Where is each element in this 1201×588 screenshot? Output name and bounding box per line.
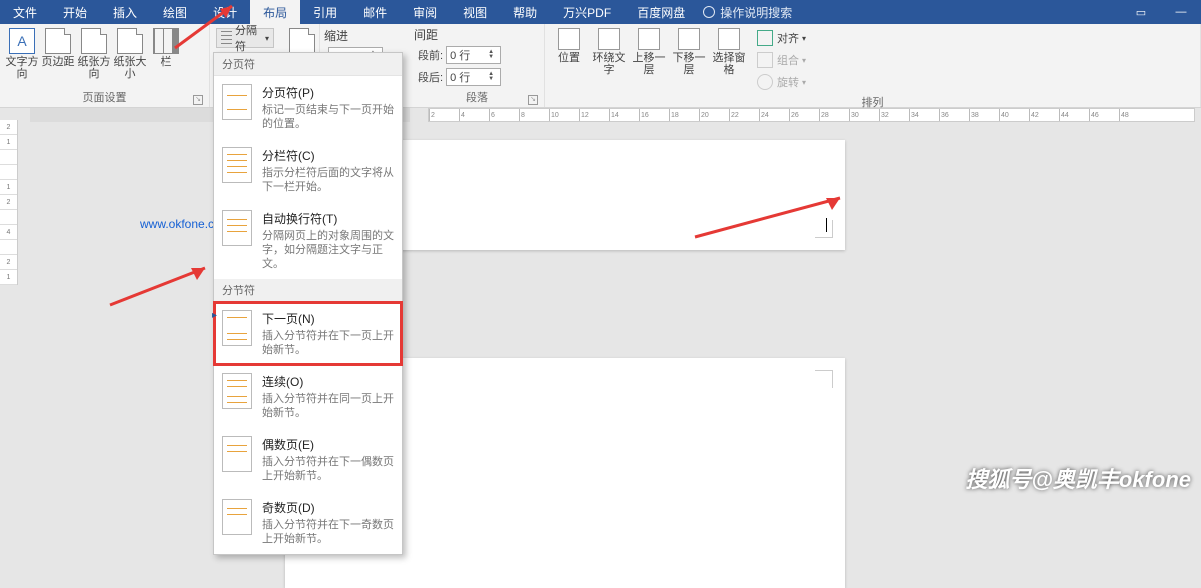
menu-item-column-break[interactable]: 分栏符(C)指示分栏符后面的文字将从下一栏开始。 — [214, 139, 402, 202]
menu-item-page-break[interactable]: 分页符(P)标记一页结束与下一页开始的位置。 — [214, 76, 402, 139]
odd-page-icon — [222, 499, 252, 535]
align-button[interactable]: 对齐 ▾ — [753, 28, 810, 48]
menu-item-next-page[interactable]: 下一页(N)插入分节符并在下一页上开始新节。 — [214, 302, 402, 365]
spacing-before-spin[interactable]: 0 行▲▼ — [446, 46, 501, 64]
horizontal-ruler[interactable]: 2468101214161820222426283032343638404244… — [30, 108, 1195, 122]
group-arrange: 位置 环绕文 字 上移一层 下移一层 选择窗格 对齐 ▾ 组合 ▾ 旋转 ▾ 排… — [545, 24, 1201, 107]
dropdown-section-section-breaks: 分节符 — [214, 279, 402, 302]
tab-mailings[interactable]: 邮件 — [350, 0, 400, 24]
tab-review[interactable]: 审阅 — [400, 0, 450, 24]
bring-forward-button[interactable]: 上移一层 — [629, 26, 669, 94]
text-direction-button[interactable]: A 文字方向 — [4, 26, 40, 89]
send-backward-button[interactable]: 下移一层 — [669, 26, 709, 94]
menu-item-even-page[interactable]: 偶数页(E)插入分节符并在下一偶数页上开始新节。 — [214, 428, 402, 491]
menu-item-continuous[interactable]: 连续(O)插入分节符并在同一页上开始新节。 — [214, 365, 402, 428]
rotate-button[interactable]: 旋转 ▾ — [753, 72, 810, 92]
minimize-button[interactable]: — — [1161, 0, 1201, 24]
tell-me-placeholder: 操作说明搜索 — [720, 4, 792, 21]
rotate-icon — [757, 74, 773, 90]
wrap-text-button[interactable]: 环绕文 字 — [589, 26, 629, 94]
page-setup-launcher[interactable]: ↘ — [193, 95, 203, 105]
document-workspace: 2468101214161820222426283032343638404244… — [0, 108, 1201, 500]
column-break-icon — [222, 147, 252, 183]
tab-wanxing[interactable]: 万兴PDF — [550, 0, 624, 24]
breaks-dropdown-button[interactable]: 分隔符 ▾ — [216, 28, 274, 48]
group-objects-button[interactable]: 组合 ▾ — [753, 50, 810, 70]
breaks-icon — [221, 31, 232, 45]
position-icon — [558, 28, 580, 50]
tab-home[interactable]: 开始 — [50, 0, 100, 24]
selection-pane-button[interactable]: 选择窗格 — [709, 26, 749, 94]
tab-view[interactable]: 视图 — [450, 0, 500, 24]
group-label-paragraph: 段落 ↘ — [414, 89, 540, 107]
lightbulb-icon — [703, 6, 715, 18]
breaks-dropdown-menu: 分页符 分页符(P)标记一页结束与下一页开始的位置。 分栏符(C)指示分栏符后面… — [213, 52, 403, 555]
selection-pane-icon — [718, 28, 740, 50]
margins-icon — [45, 28, 71, 54]
even-page-icon — [222, 436, 252, 472]
align-icon — [757, 30, 773, 46]
caret-down-icon: ▾ — [265, 34, 269, 43]
tab-draw[interactable]: 绘图 — [150, 0, 200, 24]
paragraph-launcher[interactable]: ↘ — [528, 95, 538, 105]
indent-heading: 缩进 — [324, 26, 406, 44]
group-icon — [757, 52, 773, 68]
after-label: 段后: — [418, 69, 443, 85]
orientation-button[interactable]: 纸张方向 — [76, 26, 112, 89]
text-cursor — [826, 218, 827, 232]
tab-baidu[interactable]: 百度网盘 — [624, 0, 698, 24]
margin-corner-icon — [815, 370, 833, 388]
orientation-icon — [81, 28, 107, 54]
ribbon-tabstrip: 文件 开始 插入 绘图 设计 布局 引用 邮件 审阅 视图 帮助 万兴PDF 百… — [0, 0, 1201, 24]
ribbon: A 文字方向 页边距 纸张方向 纸张大小 栏 页面设置 ↘ — [0, 24, 1201, 108]
spacing-after-spin[interactable]: 0 行▲▼ — [446, 68, 501, 86]
wrap-break-icon — [222, 210, 252, 246]
tell-me-search[interactable]: 操作说明搜索 — [703, 0, 792, 24]
page-break-icon — [222, 84, 252, 120]
size-icon — [117, 28, 143, 54]
paper-icon — [289, 28, 315, 54]
spacing-heading: 间距 — [414, 26, 540, 43]
menu-item-odd-page[interactable]: 奇数页(D)插入分节符并在下一奇数页上开始新节。 — [214, 491, 402, 554]
menu-item-text-wrapping-break[interactable]: 自动换行符(T)分隔网页上的对象周围的文字，如分隔题注文字与正文。 — [214, 202, 402, 279]
tab-insert[interactable]: 插入 — [100, 0, 150, 24]
ribbon-options-button[interactable]: ▭ — [1121, 0, 1161, 24]
group-label-page-setup: 页面设置 ↘ — [4, 89, 205, 107]
columns-button[interactable]: 栏 — [148, 26, 184, 89]
group-page-setup: A 文字方向 页边距 纸张方向 纸张大小 栏 页面设置 ↘ — [0, 24, 210, 107]
tab-help[interactable]: 帮助 — [500, 0, 550, 24]
tab-file[interactable]: 文件 — [0, 0, 50, 24]
before-label: 段前: — [418, 47, 443, 63]
window-controls: ▭ — — [1121, 0, 1201, 24]
tab-references[interactable]: 引用 — [300, 0, 350, 24]
continuous-icon — [222, 373, 252, 409]
columns-icon — [153, 28, 179, 54]
watermark-credit: 搜狐号@奥凯丰okfone — [965, 462, 1191, 494]
wrap-icon — [598, 28, 620, 50]
vertical-ruler[interactable]: 2112421 — [0, 120, 18, 285]
size-button[interactable]: 纸张大小 — [112, 26, 148, 89]
forward-icon — [638, 28, 660, 50]
tab-layout[interactable]: 布局 — [250, 0, 300, 24]
next-page-icon — [222, 310, 252, 346]
backward-icon — [678, 28, 700, 50]
text-direction-icon: A — [9, 28, 35, 54]
position-button[interactable]: 位置 — [549, 26, 589, 94]
group-spacing: 间距 段前: 0 行▲▼ 段后: 0 行▲▼ 段落 ↘ — [410, 24, 545, 107]
tab-design[interactable]: 设计 — [200, 0, 250, 24]
margins-button[interactable]: 页边距 — [40, 26, 76, 89]
dropdown-section-page-breaks: 分页符 — [214, 53, 402, 76]
margin-corner-icon — [815, 220, 833, 238]
